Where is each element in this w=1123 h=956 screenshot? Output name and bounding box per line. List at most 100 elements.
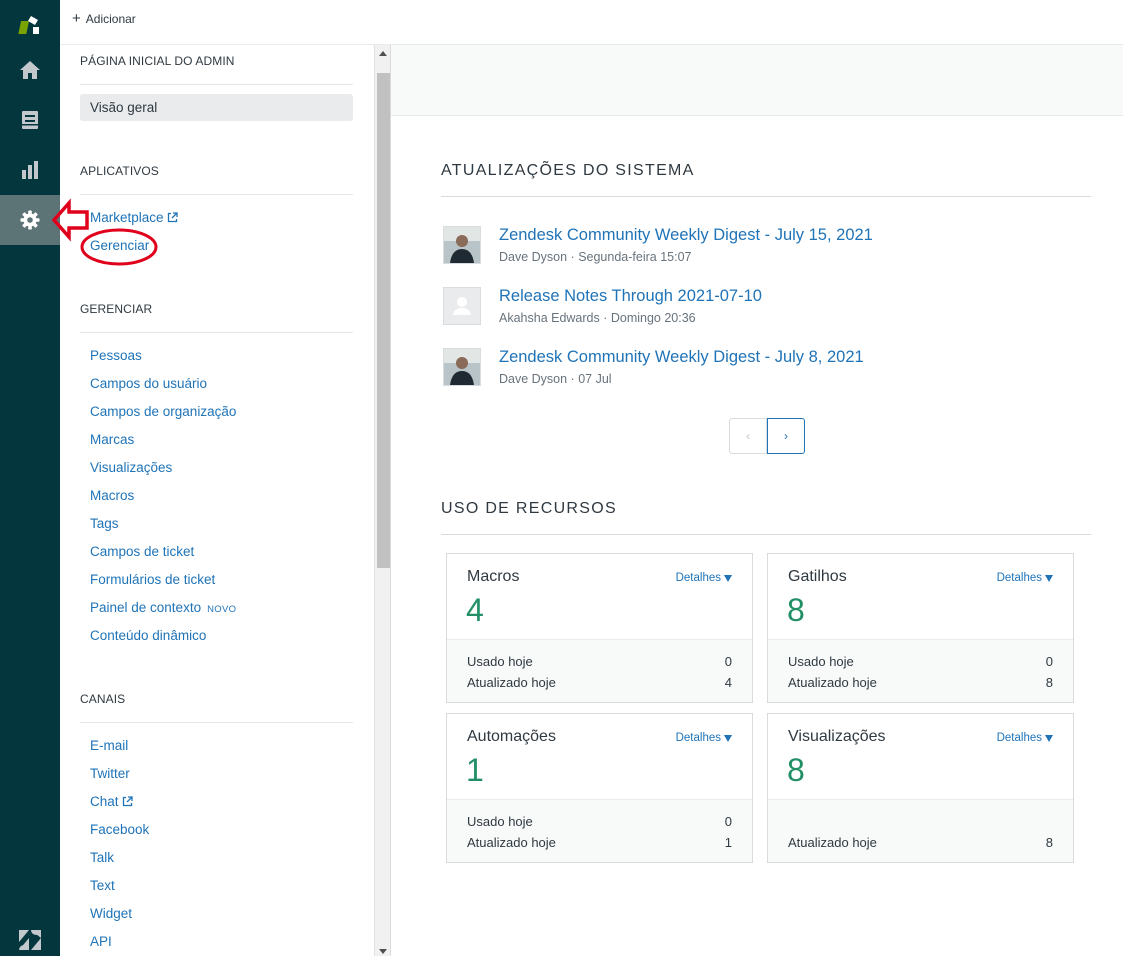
top-bar: + Adicionar <box>60 0 1123 45</box>
default-avatar-icon <box>443 287 481 325</box>
product-rail <box>0 0 60 956</box>
details-button[interactable]: Detalhes <box>676 572 732 584</box>
admin-gear-icon[interactable] <box>0 195 60 245</box>
scroll-thumb[interactable] <box>377 73 390 568</box>
stat-updated-today: Atualizado hoje 4 <box>467 675 732 690</box>
card-title: Visualizações <box>788 728 886 745</box>
nav-item-brands[interactable]: Marcas <box>90 432 134 447</box>
home-icon[interactable] <box>0 45 60 95</box>
stat-value: 4 <box>724 675 732 690</box>
nav-item-email[interactable]: E-mail <box>90 738 128 753</box>
update-link[interactable]: Zendesk Community Weekly Digest - July 1… <box>499 226 873 245</box>
card-count: 8 <box>787 752 805 788</box>
divider <box>80 194 353 195</box>
nav-item-views[interactable]: Visualizações <box>90 460 172 475</box>
nav-item-marketplace[interactable]: Marketplace <box>90 210 178 226</box>
stat-label: Atualizado hoje <box>788 835 877 850</box>
next-page-button[interactable]: › <box>767 418 805 454</box>
stat-used-today: Usado hoje 0 <box>788 654 1053 669</box>
nav-item-talk[interactable]: Talk <box>90 850 114 865</box>
nav-item-ticket-forms[interactable]: Formulários de ticket <box>90 572 215 587</box>
admin-home-heading: PÁGINA INICIAL DO ADMIN <box>80 54 235 68</box>
external-link-icon <box>167 211 178 226</box>
nav-item-twitter[interactable]: Twitter <box>90 766 130 781</box>
card-title: Gatilhos <box>788 568 847 585</box>
stat-value: 0 <box>1045 654 1053 669</box>
nav-item-widget[interactable]: Widget <box>90 906 132 921</box>
nav-item-facebook[interactable]: Facebook <box>90 822 149 837</box>
manage-heading: GERENCIAR <box>80 302 153 316</box>
external-link-icon <box>122 795 133 810</box>
scroll-up-arrow-icon[interactable] <box>379 51 387 56</box>
add-button[interactable]: + Adicionar <box>72 10 136 27</box>
channels-heading: CANAIS <box>80 692 126 706</box>
nav-item-user-fields[interactable]: Campos do usuário <box>90 376 207 391</box>
nav-scrollbar[interactable] <box>374 45 390 956</box>
card-stats: Atualizado hoje 8 <box>768 799 1073 862</box>
divider <box>80 332 353 333</box>
apps-heading: APLICATIVOS <box>80 164 159 178</box>
nav-item-manage-apps[interactable]: Gerenciar <box>90 238 149 253</box>
reporting-icon[interactable] <box>0 145 60 195</box>
stat-label: Atualizado hoje <box>467 835 556 850</box>
divider <box>441 534 1091 535</box>
stat-value: 0 <box>724 654 732 669</box>
details-button[interactable]: Detalhes <box>676 732 732 744</box>
nav-item-label: Chat <box>90 794 119 809</box>
nav-item-label: Painel de contexto <box>90 600 202 615</box>
nav-item-tags[interactable]: Tags <box>90 516 119 531</box>
nav-item-ticket-fields[interactable]: Campos de ticket <box>90 544 194 559</box>
previous-page-button[interactable]: ‹ <box>729 418 767 454</box>
divider <box>441 196 1091 197</box>
nav-item-context-panel[interactable]: Painel de contexto NOVO <box>90 600 236 615</box>
caret-down-icon <box>1045 734 1053 742</box>
update-link[interactable]: Release Notes Through 2021-07-10 <box>499 287 762 306</box>
resource-card-macros: Macros Detalhes 4 Usado hoje 0 Atualizado… <box>446 553 753 703</box>
stat-label: Usado hoje <box>467 654 533 669</box>
stat-value: 1 <box>724 835 732 850</box>
resource-card-triggers: Gatilhos Detalhes 8 Usado hoje 0 Atualiza… <box>767 553 1074 703</box>
card-stats: Usado hoje 0 Atualizado hoje 8 <box>768 639 1073 702</box>
card-stats: Usado hoje 0 Atualizado hoje 1 <box>447 799 752 862</box>
nav-item-dynamic-content[interactable]: Conteúdo dinâmico <box>90 628 206 643</box>
update-meta: Akahsha Edwards · Domingo 20:36 <box>499 311 696 325</box>
nav-item-api[interactable]: API <box>90 934 112 949</box>
resource-card-views: Visualizações Detalhes 8 Atualizado hoje… <box>767 713 1074 863</box>
card-title: Automações <box>467 728 556 745</box>
nav-item-people[interactable]: Pessoas <box>90 348 142 363</box>
stat-value: 8 <box>1045 675 1053 690</box>
divider <box>80 722 353 723</box>
caret-down-icon <box>724 574 732 582</box>
avatar <box>443 226 481 264</box>
caret-down-icon <box>724 734 732 742</box>
stat-updated-today: Atualizado hoje 1 <box>467 835 732 850</box>
stat-used-today: Usado hoje 0 <box>467 814 732 829</box>
divider <box>80 84 353 85</box>
scroll-down-arrow-icon[interactable] <box>379 949 387 954</box>
stat-label: Atualizado hoje <box>788 675 877 690</box>
zendesk-logo-icon[interactable] <box>0 0 60 50</box>
card-count: 1 <box>466 752 484 788</box>
nav-item-chat[interactable]: Chat <box>90 794 133 810</box>
details-button[interactable]: Detalhes <box>997 572 1053 584</box>
stat-updated-today: Atualizado hoje 8 <box>788 835 1053 850</box>
plus-icon: + <box>72 10 81 27</box>
details-label: Detalhes <box>675 572 721 584</box>
zendesk-products-icon[interactable] <box>0 915 60 956</box>
details-label: Detalhes <box>996 732 1042 744</box>
card-stats: Usado hoje 0 Atualizado hoje 4 <box>447 639 752 702</box>
main-header <box>391 45 1123 116</box>
admin-nav: PÁGINA INICIAL DO ADMIN Visão geral APLI… <box>60 45 374 956</box>
resource-usage-heading: USO DE RECURSOS <box>441 500 617 517</box>
resource-card-automations: Automações Detalhes 1 Usado hoje 0 Atuali… <box>446 713 753 863</box>
nav-item-text[interactable]: Text <box>90 878 115 893</box>
nav-item-overview[interactable]: Visão geral <box>80 94 353 121</box>
stat-updated-today: Atualizado hoje 8 <box>788 675 1053 690</box>
system-updates-heading: ATUALIZAÇÕES DO SISTEMA <box>441 162 695 179</box>
views-icon[interactable] <box>0 95 60 145</box>
update-link[interactable]: Zendesk Community Weekly Digest - July 8… <box>499 348 864 367</box>
nav-item-macros[interactable]: Macros <box>90 488 134 503</box>
nav-item-organization-fields[interactable]: Campos de organização <box>90 404 236 419</box>
details-label: Detalhes <box>996 572 1042 584</box>
details-button[interactable]: Detalhes <box>997 732 1053 744</box>
